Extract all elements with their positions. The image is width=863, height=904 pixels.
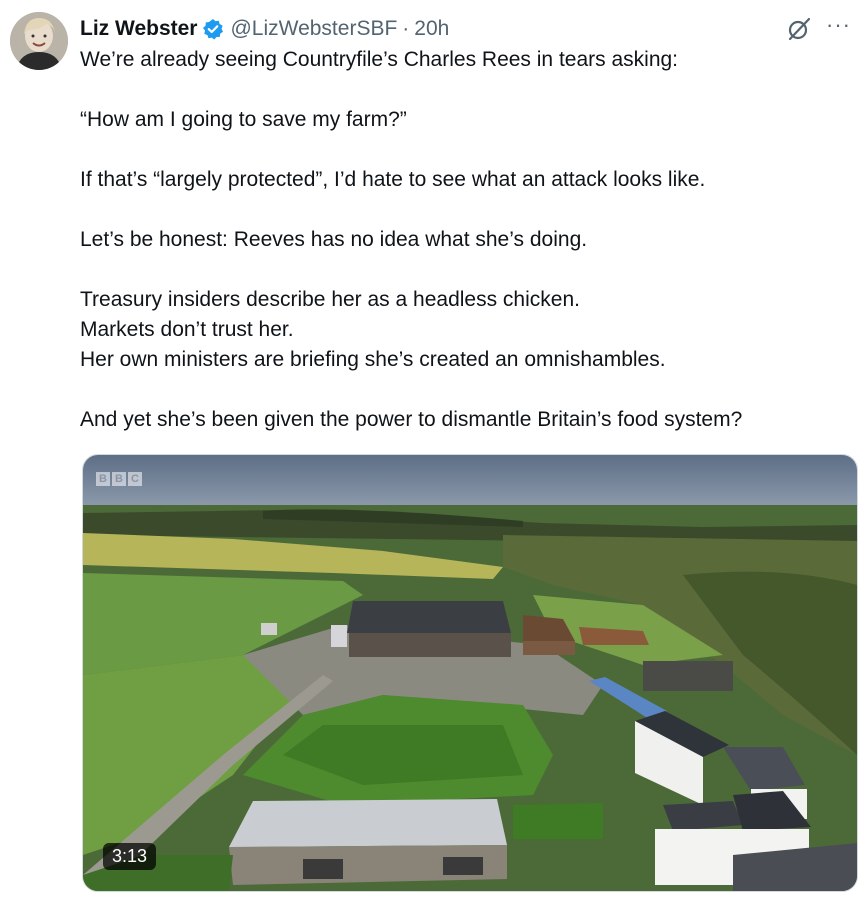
tweet-line [80, 255, 850, 285]
tweet-line [80, 195, 850, 225]
more-options-icon[interactable]: ··· [826, 14, 851, 36]
tweet-text: We’re already seeing Countryfile’s Charl… [80, 45, 850, 435]
tweet-line [80, 135, 850, 165]
author-handle[interactable]: @LizWebsterSBF [230, 17, 397, 41]
bbc-logo-letter: B [96, 472, 110, 486]
tweet-header: Liz Webster @LizWebsterSBF · 20h [80, 14, 449, 44]
timestamp[interactable]: 20h [414, 17, 449, 41]
separator: · [402, 17, 410, 40]
tweet-line: “How am I going to save my farm?” [80, 108, 407, 131]
tweet-line [80, 75, 850, 105]
tweet-line: Treasury insiders describe her as a head… [80, 288, 580, 311]
tweet-line: If that’s “largely protected”, I’d hate … [80, 168, 706, 191]
video-duration: 3:13 [103, 843, 157, 870]
verified-badge-icon[interactable] [202, 18, 224, 40]
bbc-logo-letter: B [112, 472, 126, 486]
bbc-logo-letter: C [128, 472, 142, 486]
author-name[interactable]: Liz Webster [80, 17, 197, 41]
tweet-line [80, 375, 850, 405]
tweet-line: Let’s be honest: Reeves has no idea what… [80, 228, 588, 251]
avatar[interactable] [10, 12, 68, 70]
video-player[interactable] [82, 454, 858, 892]
tweet-actions-top: ··· [786, 14, 851, 42]
farm-aerial-thumbnail [83, 455, 857, 891]
tweet-line: And yet she’s been given the power to di… [80, 408, 743, 431]
tweet-line: We’re already seeing Countryfile’s Charl… [80, 48, 679, 71]
bbc-logo: B B C [96, 472, 142, 486]
tweet-line: Her own ministers are briefing she’s cre… [80, 348, 666, 371]
tweet-line: Markets don’t trust her. [80, 318, 294, 341]
grok-icon[interactable] [786, 16, 812, 42]
